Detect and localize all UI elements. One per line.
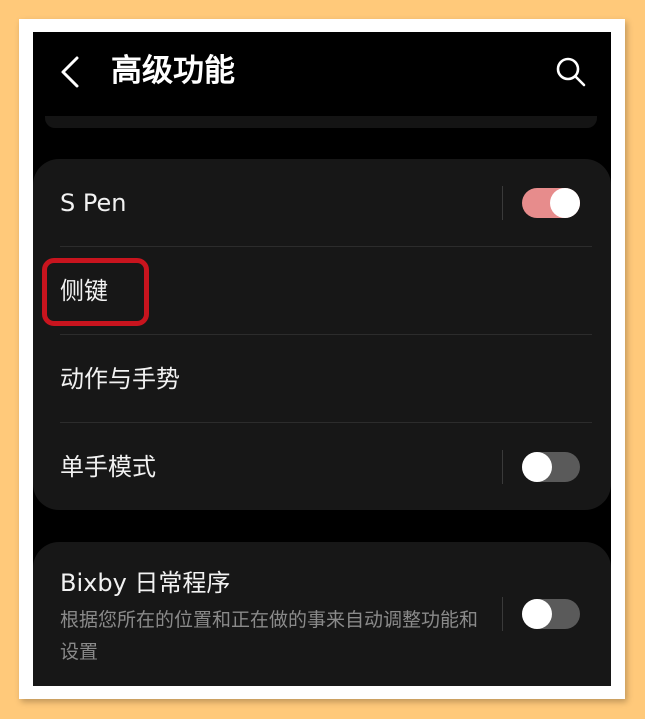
back-button[interactable] xyxy=(57,54,85,90)
search-button[interactable] xyxy=(555,56,587,88)
chevron-left-icon xyxy=(61,56,79,88)
app-bar: 高级功能 xyxy=(33,32,611,112)
setting-row-one-handed-mode[interactable]: 单手模式 xyxy=(33,423,611,511)
setting-label-motions-gestures: 动作与手势 xyxy=(60,365,180,393)
setting-row-motions-gestures[interactable]: 动作与手势 xyxy=(33,335,611,423)
highlight-box xyxy=(42,258,149,326)
row-separator xyxy=(502,450,503,484)
one-handed-mode-toggle[interactable] xyxy=(522,452,580,482)
bixby-routines-toggle[interactable] xyxy=(522,599,580,629)
toggle-knob xyxy=(522,599,552,629)
search-icon xyxy=(556,57,586,87)
setting-label-one-handed-mode: 单手模式 xyxy=(60,453,156,481)
phone-screen: 高级功能 S Pen 侧键 动作与手势 单手模式 Bixby 日常程序 根据您所… xyxy=(33,32,611,686)
setting-label-s-pen: S Pen xyxy=(60,189,127,217)
previous-card-edge xyxy=(45,116,597,128)
row-separator xyxy=(502,186,503,220)
toggle-knob xyxy=(522,452,552,482)
row-separator xyxy=(502,597,503,631)
toggle-knob xyxy=(550,188,580,218)
setting-row-s-pen[interactable]: S Pen xyxy=(33,159,611,247)
setting-label-bixby-routines: Bixby 日常程序 xyxy=(60,569,231,597)
setting-description-bixby-routines: 根据您所在的位置和正在做的事来自动调整功能和设置 xyxy=(60,609,479,663)
page-title: 高级功能 xyxy=(111,53,235,89)
s-pen-toggle[interactable] xyxy=(522,188,580,218)
